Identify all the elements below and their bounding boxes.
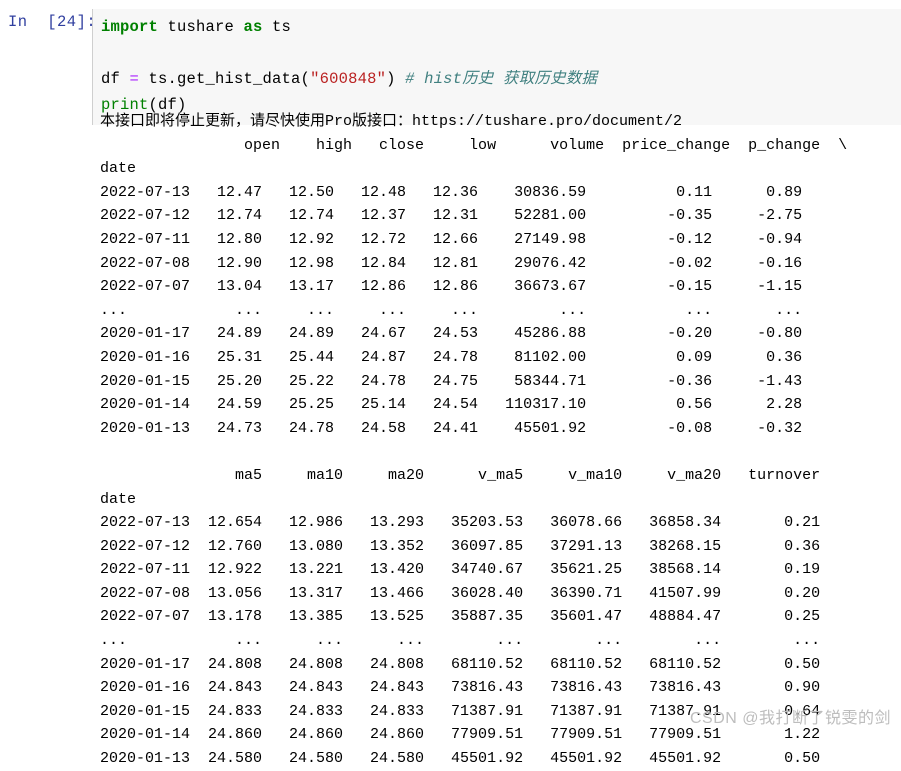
table-row: 2022-07-13 12.47 12.50 12.48 12.36 30836… <box>100 183 803 201</box>
input-row: In [24]: import tushare as ts df = ts.ge… <box>0 0 901 125</box>
table-row: 2020-01-14 24.59 25.25 25.14 24.54 11031… <box>100 396 803 414</box>
dataframe-block1-index-label: date <box>100 160 137 178</box>
table-row: 2020-01-17 24.89 24.89 24.67 24.53 45286… <box>100 325 803 343</box>
table-row: 2020-01-17 24.808 24.808 24.808 68110.52… <box>100 655 821 673</box>
deprecation-warning-text: 本接口即将停止更新，请尽快使用Pro版接口：https://tushare.pr… <box>100 113 683 130</box>
table-row: 2020-01-16 24.843 24.843 24.843 73816.43… <box>100 679 821 697</box>
variable-df: df <box>101 70 130 88</box>
code-editor-area[interactable]: import tushare as ts df = ts.get_hist_da… <box>92 9 901 125</box>
table-row: 2020-01-13 24.580 24.580 24.580 45501.92… <box>100 750 821 768</box>
module-name-tushare: tushare <box>158 18 244 36</box>
output-block-separator <box>0 440 901 464</box>
input-prompt-label: In [24]: <box>8 13 97 31</box>
table-row: 2022-07-12 12.74 12.74 12.37 12.31 52281… <box>100 207 803 225</box>
keyword-import: import <box>101 18 159 36</box>
table-row: 2020-01-16 25.31 25.44 24.87 24.78 81102… <box>100 348 803 366</box>
table-row: 2022-07-07 13.178 13.385 13.525 35887.35… <box>100 608 821 626</box>
keyword-as: as <box>243 18 263 36</box>
table-row: 2022-07-11 12.80 12.92 12.72 12.66 27149… <box>100 230 803 248</box>
code-line-1: import tushare as ts <box>101 14 895 40</box>
table-row: 2020-01-13 24.73 24.78 24.58 24.41 45501… <box>100 419 803 437</box>
table-row: 2020-01-15 25.20 25.22 24.78 24.75 58344… <box>100 372 803 390</box>
table-row: 2022-07-12 12.760 13.080 13.352 36097.85… <box>100 537 821 555</box>
table-row: 2022-07-11 12.922 13.221 13.420 34740.67… <box>100 561 821 579</box>
table-row-ellipsis: ... ... ... ... ... ... ... ... <box>100 632 821 650</box>
assignment-operator: = <box>129 70 140 88</box>
notebook-input-cell[interactable]: In [24]: import tushare as ts df = ts.ge… <box>0 0 901 125</box>
alias-name-ts: ts <box>262 18 292 36</box>
table-row: 2022-07-07 13.04 13.17 12.86 12.86 36673… <box>100 278 803 296</box>
dataframe-block2-index-label: date <box>100 490 137 508</box>
table-row: 2022-07-08 12.90 12.98 12.84 12.81 29076… <box>100 254 803 272</box>
string-literal-stock-code: "600848" <box>310 70 387 88</box>
csdn-watermark: CSDN @我打断了锐雯的剑 <box>689 710 891 727</box>
dataframe-block1-header: open high close low volume price_change … <box>100 136 848 154</box>
table-row: 2022-07-13 12.654 12.986 13.293 35203.53… <box>100 514 821 532</box>
function-call-get-hist-data: ts.get_hist_data( <box>139 70 311 88</box>
closing-paren: ) <box>386 70 396 88</box>
notebook-output-area: 本接口即将停止更新，请尽快使用Pro版接口：https://tushare.pr… <box>0 110 901 771</box>
dataframe-block2-header: ma5 ma10 ma20 v_ma5 v_ma10 v_ma20 turnov… <box>100 466 821 484</box>
table-row-ellipsis: ... ... ... ... ... ... ... ... <box>100 301 803 319</box>
table-row: 2022-07-08 13.056 13.317 13.466 36028.40… <box>100 584 821 602</box>
code-line-2: df = ts.get_hist_data("600848") # hist历史… <box>101 66 895 92</box>
code-comment: # hist历史 获取历史数据 <box>395 70 598 88</box>
